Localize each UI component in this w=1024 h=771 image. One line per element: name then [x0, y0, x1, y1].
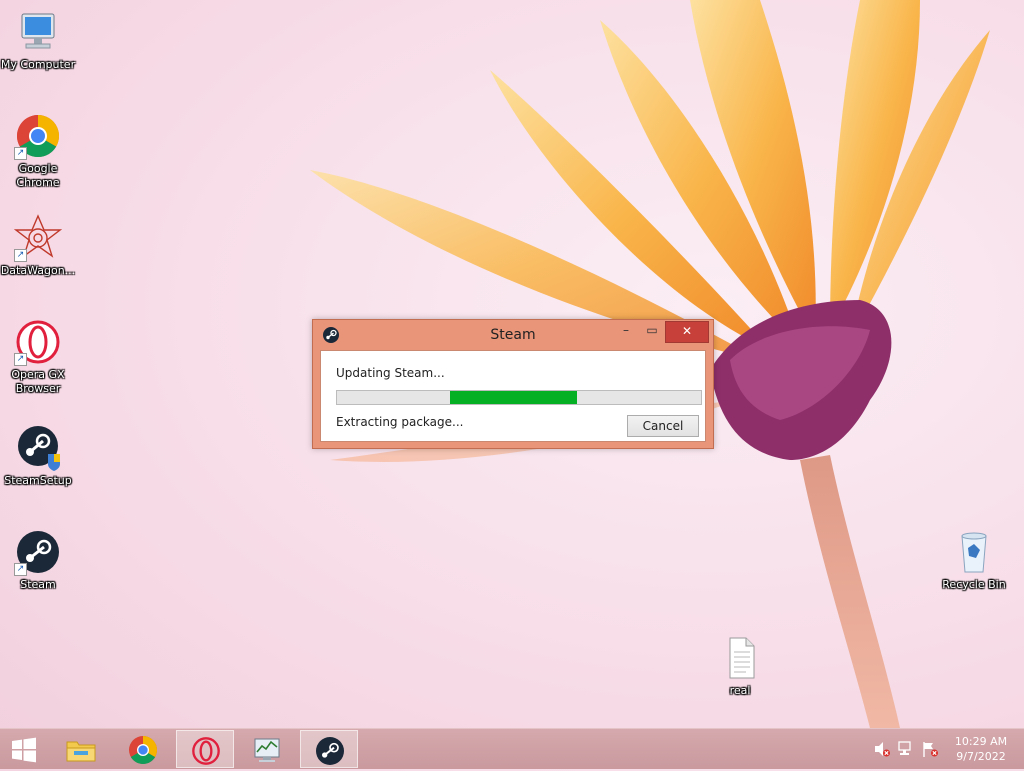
clock-time: 10:29 AM — [954, 735, 1008, 748]
taskbar-steam[interactable] — [300, 730, 358, 768]
desktop-icon-opera-gx[interactable]: ↗ Opera GX Browser — [0, 318, 76, 396]
monitor-chart-icon — [251, 734, 283, 766]
desktop-icon-label: Recycle Bin — [942, 578, 1006, 591]
chrome-icon: ↗ — [14, 112, 62, 160]
taskbar: 10:29 AM 9/7/2022 — [0, 728, 1024, 769]
progress-fill — [450, 391, 577, 404]
desktop-icon-label: Opera GX Browser — [11, 368, 65, 395]
progress-bar — [336, 390, 702, 405]
opera-gx-icon — [190, 735, 222, 767]
close-button[interactable]: ✕ — [665, 321, 709, 343]
opera-gx-icon: ↗ — [14, 318, 62, 366]
status-text: Updating Steam... — [336, 366, 445, 380]
maximize-icon: ▭ — [646, 323, 658, 337]
cancel-button[interactable]: Cancel — [627, 415, 699, 437]
desktop-icon-label: Google Chrome — [16, 162, 60, 189]
shortcut-arrow-icon: ↗ — [14, 147, 27, 160]
desktop-icon-steam[interactable]: ↗ Steam — [0, 528, 76, 592]
desktop-icon-label: real — [729, 684, 751, 697]
computer-icon — [14, 8, 62, 56]
network-icon[interactable] — [898, 740, 914, 758]
dialog-titlebar[interactable]: Steam – ▭ ✕ — [313, 320, 713, 350]
close-icon: ✕ — [681, 324, 693, 338]
windows-logo-icon — [10, 737, 38, 763]
taskbar-file-explorer[interactable] — [52, 730, 110, 768]
taskbar-clock[interactable]: 10:29 AM 9/7/2022 — [948, 734, 1014, 764]
maximize-button[interactable]: ▭ — [639, 321, 665, 341]
desktop-icon-steam-setup[interactable]: SteamSetup — [0, 424, 76, 488]
desktop-icon-label: SteamSetup — [4, 474, 72, 487]
desktop-icon-datawagon[interactable]: ↗ DataWagon... — [0, 214, 76, 278]
steam-setup-icon — [14, 424, 62, 472]
clock-date: 9/7/2022 — [956, 750, 1006, 763]
action-center-flag-icon[interactable] — [922, 740, 938, 758]
detail-text: Extracting package... — [336, 415, 464, 429]
start-button[interactable] — [0, 730, 48, 768]
shortcut-arrow-icon: ↗ — [14, 563, 27, 576]
chrome-icon — [127, 734, 159, 766]
taskbar-resource-monitor[interactable] — [238, 730, 296, 768]
recycle-bin-icon — [950, 528, 998, 576]
volume-muted-icon[interactable] — [874, 740, 890, 758]
folder-icon — [65, 734, 97, 766]
steam-update-dialog: Steam – ▭ ✕ Updating Steam... Extracting… — [312, 319, 714, 449]
shortcut-arrow-icon: ↗ — [14, 353, 27, 366]
datawagon-icon: ↗ — [13, 214, 63, 262]
taskbar-google-chrome[interactable] — [114, 730, 172, 768]
steam-icon: ↗ — [14, 528, 62, 576]
desktop-icon-label: Steam — [20, 578, 56, 591]
desktop-icon-real[interactable]: real — [702, 634, 778, 698]
minimize-button[interactable]: – — [613, 321, 639, 341]
steam-icon — [314, 735, 346, 767]
desktop-icon-my-computer[interactable]: My Computer — [0, 8, 76, 72]
desktop-icon-google-chrome[interactable]: ↗ Google Chrome — [0, 112, 76, 190]
taskbar-opera-gx[interactable] — [176, 730, 234, 768]
dialog-content: Updating Steam... Extracting package... … — [320, 350, 706, 442]
desktop-icon-label: DataWagon... — [0, 264, 76, 277]
text-file-icon — [716, 634, 764, 682]
minimize-icon: – — [623, 323, 629, 337]
desktop-icon-label: My Computer — [0, 58, 76, 71]
shortcut-arrow-icon: ↗ — [14, 249, 27, 262]
desktop-icon-recycle-bin[interactable]: Recycle Bin — [936, 528, 1012, 592]
